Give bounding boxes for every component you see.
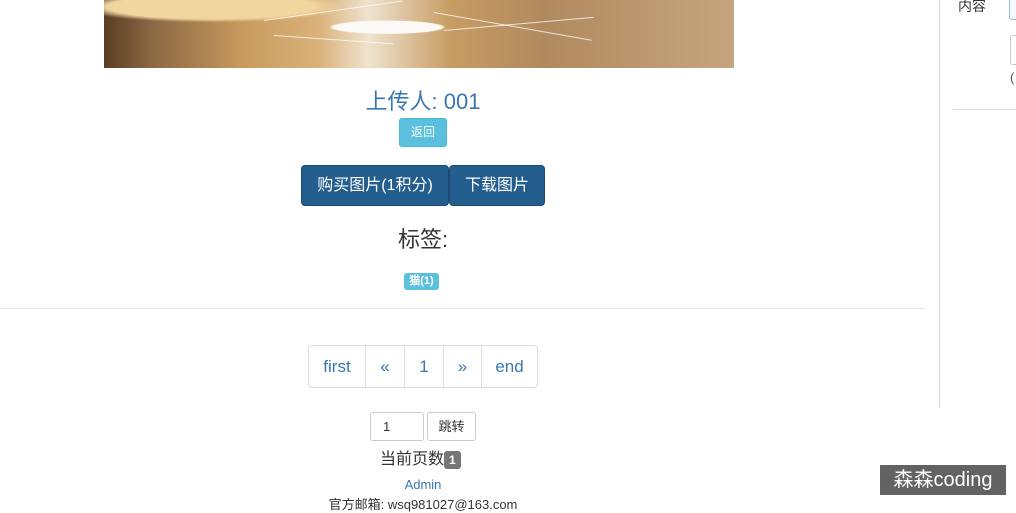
page-number[interactable]: 1 (404, 346, 443, 387)
content-input[interactable] (1009, 0, 1016, 20)
content-label: 内容 (958, 0, 986, 14)
page-prev[interactable]: « (365, 346, 404, 387)
contact-email: 官方邮箱: wsq981027@163.com (328, 497, 518, 512)
admin-link: Admin (0, 477, 846, 492)
uploader-label: 上传人: 001 (365, 89, 481, 114)
pagination: first « 1 » end (308, 345, 538, 388)
sidebar-border (939, 0, 940, 408)
tag-badge-cat[interactable]: 猫(1) (404, 273, 439, 290)
secondary-input[interactable] (1010, 35, 1016, 65)
photo-detail (433, 12, 592, 41)
watermark: 森森coding (880, 465, 1006, 495)
hint-text: ( (1010, 70, 1015, 85)
tags-heading: 标签: (397, 227, 449, 252)
admin-link-text[interactable]: Admin (405, 477, 442, 492)
cat-photo (104, 0, 734, 68)
page-first[interactable]: first (309, 346, 365, 387)
current-page-indicator: 当前页数 1 (380, 450, 461, 470)
jump-page-input[interactable]: 1 (370, 412, 424, 441)
current-page-label: 当前页数 (380, 451, 445, 468)
page-next[interactable]: » (443, 346, 481, 387)
buy-image-button[interactable]: 购买图片(1积分) (301, 165, 449, 206)
photo-detail (263, 0, 403, 21)
back-button[interactable]: 返回 (399, 118, 447, 147)
sidebar-divider (953, 109, 1016, 110)
divider (0, 308, 925, 309)
jump-button[interactable]: 跳转 (427, 412, 476, 441)
photo-detail (443, 16, 594, 31)
photo-detail (273, 35, 394, 45)
current-page-badge: 1 (444, 451, 461, 469)
page-end[interactable]: end (481, 346, 537, 387)
download-image-button[interactable]: 下载图片 (449, 165, 545, 206)
